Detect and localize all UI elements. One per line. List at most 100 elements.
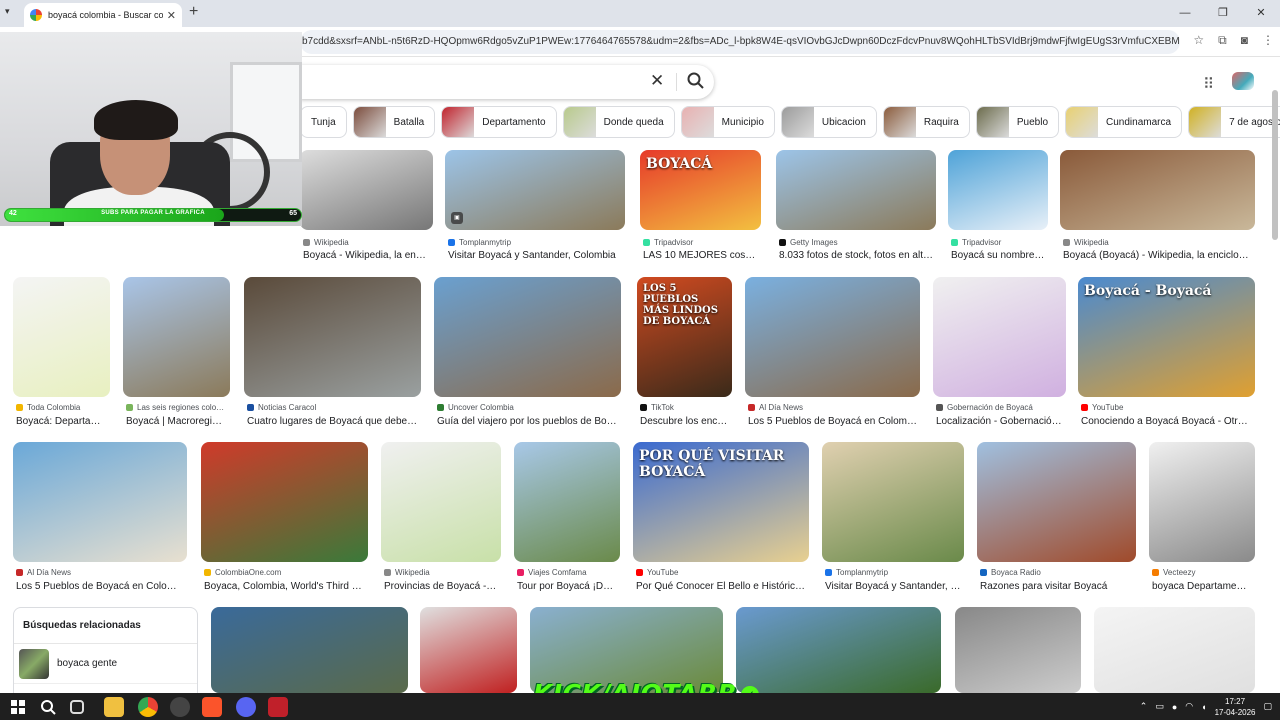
result-caption[interactable]: Visitar Boyacá y Santander, Colombia bbox=[825, 581, 961, 592]
image-result-card[interactable]: Las seis regiones colombianas Boyacá | Ma… bbox=[123, 277, 230, 430]
result-caption[interactable]: Localización - Gobernación de Boyacá bbox=[936, 416, 1063, 427]
search-input[interactable]: ✕ bbox=[300, 65, 714, 99]
search-icon[interactable] bbox=[686, 71, 706, 91]
image-result-card[interactable]: Wikipedia Provincias de Boyacá - Wikipedi… bbox=[381, 442, 501, 595]
result-caption[interactable]: Boyacá: Departamento de Colombia bbox=[16, 416, 107, 427]
result-caption[interactable]: Tour por Boyacá ¡Descubre sus pueblos! bbox=[517, 581, 617, 592]
result-image[interactable] bbox=[977, 442, 1136, 562]
result-image[interactable] bbox=[13, 277, 110, 397]
result-caption[interactable]: boyaca Departamento de Colombia bbox=[1152, 581, 1252, 592]
new-tab-button[interactable]: + bbox=[189, 3, 198, 21]
result-image[interactable]: BOYACÁ bbox=[640, 150, 761, 230]
image-result-card[interactable]: Al Día News Los 5 Pueblos de Boyacá en Co… bbox=[13, 442, 187, 595]
image-result-card[interactable] bbox=[736, 607, 941, 693]
address-bar[interactable]: b7cdd&sxsrf=ANbL-n5t6RzD-HQOpmw6Rdgo5vZu… bbox=[300, 30, 1180, 54]
image-result-card[interactable]: POR QUÉ VISITAR BOYACÁ YouTube Por Qué Con… bbox=[633, 442, 809, 595]
result-caption[interactable]: LAS 10 MEJORES cosas que hacer en Boyacá bbox=[643, 250, 758, 261]
result-source[interactable]: Al Día News bbox=[16, 568, 184, 577]
chip-6[interactable]: Raquira bbox=[882, 106, 970, 138]
file-explorer-icon[interactable] bbox=[104, 697, 124, 717]
image-result-card[interactable]: Toda Colombia Boyacá: Departamento de Col… bbox=[13, 277, 110, 430]
image-result-card[interactable]: Uncover Colombia Guía del viajero por los… bbox=[434, 277, 621, 430]
result-source[interactable]: Tomplanmytrip bbox=[825, 568, 961, 577]
chip-4[interactable]: Municipio bbox=[680, 106, 775, 138]
result-image[interactable] bbox=[13, 442, 187, 562]
image-result-card[interactable]: LOS 5 PUEBLOS MÁS LINDOS DE BOYACÁ TikTok… bbox=[637, 277, 732, 430]
page-scrollbar[interactable] bbox=[1272, 90, 1278, 240]
result-source[interactable]: Las seis regiones colombianas bbox=[126, 403, 227, 412]
image-result-card[interactable]: Gobernación de Boyacá Localización - Gobe… bbox=[933, 277, 1066, 430]
tab-search-menu[interactable]: ▾ bbox=[5, 6, 10, 17]
result-caption[interactable]: Los 5 Pueblos de Boyacá en Colombia bbox=[748, 416, 917, 427]
result-image[interactable] bbox=[1149, 442, 1255, 562]
result-source[interactable]: YouTube bbox=[636, 568, 806, 577]
result-caption[interactable]: Conociendo a Boyacá Boyacá - Otra Perspe… bbox=[1081, 416, 1252, 427]
notifications-icon[interactable]: ▢ bbox=[1263, 701, 1272, 712]
result-source[interactable]: Tripadvisor bbox=[951, 238, 1045, 247]
chip-7[interactable]: Pueblo bbox=[975, 106, 1060, 138]
close-window-button[interactable]: ✕ bbox=[1242, 0, 1280, 27]
result-caption[interactable]: 8.033 fotos de stock, fotos en alta reso… bbox=[779, 250, 933, 261]
result-source[interactable]: YouTube bbox=[1081, 403, 1252, 412]
result-caption[interactable]: Visitar Boyacá y Santander, Colombia bbox=[448, 250, 622, 261]
tray-chevron-icon[interactable]: ⌃ bbox=[1140, 701, 1148, 712]
result-caption[interactable]: Descubre los encantos de Boyacá bbox=[640, 416, 729, 427]
image-result-card[interactable]: Vecteezy boyaca Departamento de Colombia bbox=[1149, 442, 1255, 595]
result-image[interactable] bbox=[745, 277, 920, 397]
account-avatar[interactable] bbox=[1232, 72, 1254, 90]
bookmark-star-icon[interactable]: ☆ bbox=[1193, 33, 1204, 48]
microphone-icon[interactable]: ● bbox=[1172, 702, 1177, 712]
result-image[interactable] bbox=[776, 150, 936, 230]
related-search-item[interactable]: boyaca gente bbox=[14, 644, 197, 684]
discord-icon[interactable] bbox=[236, 697, 256, 717]
result-image[interactable] bbox=[123, 277, 230, 397]
image-result-card[interactable] bbox=[955, 607, 1081, 693]
browser-tab[interactable]: boyacá colombia - Buscar con Google ✕ bbox=[24, 3, 182, 27]
result-source[interactable]: Wikipedia bbox=[303, 238, 430, 247]
image-result-card[interactable]: Al Día News Los 5 Pueblos de Boyacá en Co… bbox=[745, 277, 920, 430]
result-image[interactable] bbox=[300, 150, 433, 230]
result-image[interactable] bbox=[244, 277, 421, 397]
result-caption[interactable]: Boyaca, Colombia, World's Third Most Bea… bbox=[204, 581, 365, 592]
result-source[interactable]: Uncover Colombia bbox=[437, 403, 618, 412]
result-image[interactable] bbox=[381, 442, 501, 562]
result-source[interactable]: Gobernación de Boyacá bbox=[936, 403, 1063, 412]
restore-button[interactable]: ❐ bbox=[1204, 0, 1242, 27]
chip-2[interactable]: Departamento bbox=[441, 106, 557, 138]
result-image[interactable] bbox=[822, 442, 964, 562]
result-source[interactable]: Viajes Comfama bbox=[517, 568, 617, 577]
chip-5[interactable]: Ubicacion bbox=[780, 106, 877, 138]
image-result-card[interactable]: Tripadvisor Boyacá su nombre, provincias … bbox=[948, 150, 1048, 264]
result-image[interactable] bbox=[434, 277, 621, 397]
result-source[interactable]: Toda Colombia bbox=[16, 403, 107, 412]
wifi-icon[interactable]: ◠ bbox=[1185, 701, 1193, 712]
result-image[interactable]: LOS 5 PUEBLOS MÁS LINDOS DE BOYACÁ bbox=[637, 277, 732, 397]
result-image[interactable]: Boyacá - Boyacá bbox=[1078, 277, 1255, 397]
windows-start-icon[interactable] bbox=[8, 697, 28, 717]
result-caption[interactable]: Boyacá - Wikipedia, la enciclopedia libr… bbox=[303, 250, 430, 261]
result-source[interactable]: Tripadvisor bbox=[643, 238, 758, 247]
result-source[interactable]: Wikipedia bbox=[1063, 238, 1252, 247]
result-caption[interactable]: Razones para visitar Boyacá bbox=[980, 581, 1133, 592]
taskbar-clock[interactable]: 17:27 17-04-2026 bbox=[1215, 696, 1256, 718]
taskbar-search-icon[interactable] bbox=[38, 697, 58, 717]
profile-icon[interactable]: ◙ bbox=[1241, 33, 1248, 48]
tab-close-icon[interactable]: ✕ bbox=[167, 9, 176, 22]
image-result-card[interactable]: BOYACÁ Tripadvisor LAS 10 MEJORES cosas qu… bbox=[640, 150, 761, 264]
google-apps-icon[interactable]: ⠿ bbox=[1203, 75, 1214, 93]
result-source[interactable]: Noticias Caracol bbox=[247, 403, 418, 412]
minimize-button[interactable]: — bbox=[1166, 0, 1204, 27]
chip-8[interactable]: Cundinamarca bbox=[1065, 106, 1183, 138]
image-result-card[interactable]: Boyaca Radio Razones para visitar Boyacá bbox=[977, 442, 1136, 595]
obs-icon[interactable] bbox=[170, 697, 190, 717]
image-result-card[interactable]: Wikipedia Boyacá (Boyacá) - Wikipedia, la… bbox=[1060, 150, 1255, 264]
image-result-card[interactable] bbox=[420, 607, 517, 693]
chrome-icon[interactable] bbox=[138, 697, 158, 717]
result-caption[interactable]: Boyacá | Macroregiones de Colombia bbox=[126, 416, 227, 427]
result-image[interactable]: POR QUÉ VISITAR BOYACÁ bbox=[633, 442, 809, 562]
image-result-card[interactable]: Getty Images 8.033 fotos de stock, fotos … bbox=[776, 150, 936, 264]
result-caption[interactable]: Cuatro lugares de Boyacá que debe visita… bbox=[247, 416, 418, 427]
chip-1[interactable]: Batalla bbox=[352, 106, 436, 138]
menu-kebab-icon[interactable]: ⋮ bbox=[1262, 33, 1274, 48]
chip-0[interactable]: Tunja bbox=[300, 106, 347, 138]
